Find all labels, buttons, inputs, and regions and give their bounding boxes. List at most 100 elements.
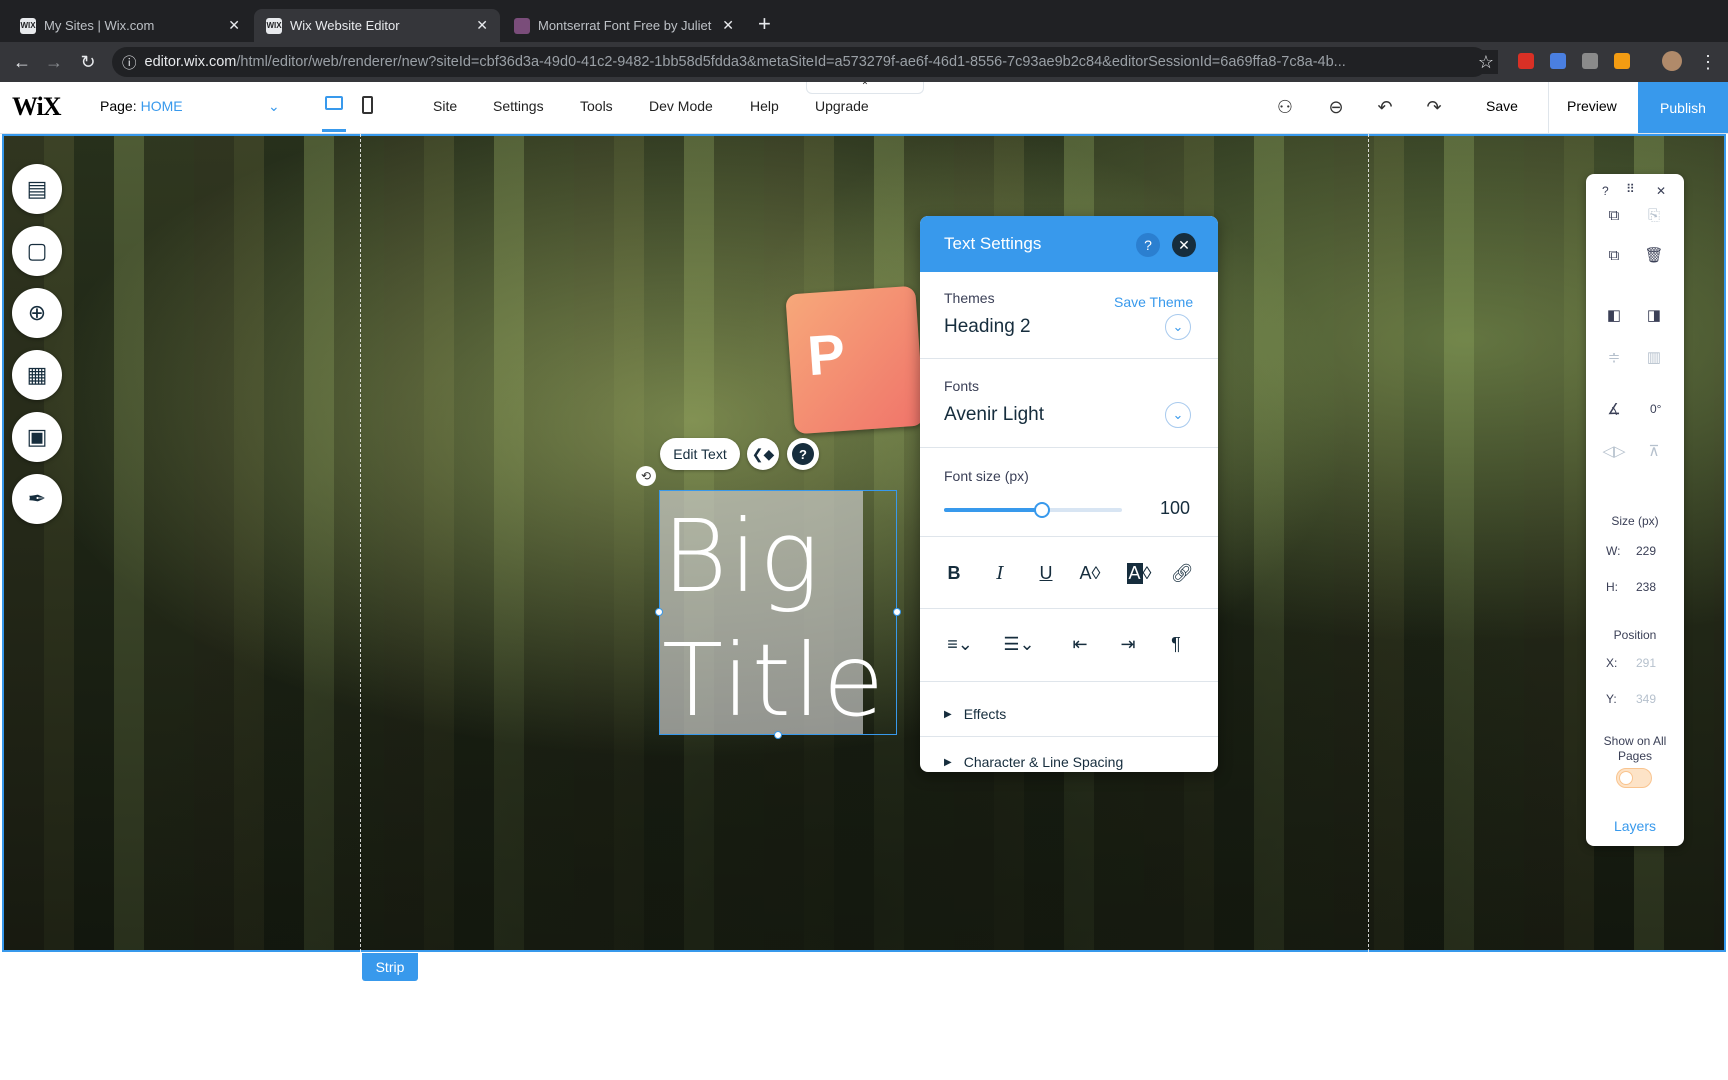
flip-horizontal-icon[interactable]: ◁▷ [1602, 440, 1625, 462]
size-label: Size (px) [1611, 514, 1659, 528]
powerpoint-logo: P [785, 285, 925, 435]
wix-logo: WiX [12, 92, 62, 121]
underline-icon[interactable]: U [1032, 559, 1060, 587]
media-icon[interactable]: ▣ [12, 412, 62, 462]
resize-handle-right[interactable] [893, 608, 901, 616]
menu-upgrade[interactable]: Upgrade [815, 98, 869, 114]
duplicate-icon[interactable]: ⧉ [1603, 244, 1625, 266]
save-button[interactable]: Save [1486, 98, 1518, 114]
new-tab-icon[interactable]: + [758, 13, 771, 35]
info-icon[interactable]: ⓘ [122, 52, 137, 73]
match-size-icon[interactable]: ▥ [1643, 346, 1665, 368]
text-color-icon[interactable]: A◊ [1076, 559, 1104, 587]
chevron-down-icon[interactable]: ⌄ [1165, 402, 1191, 428]
forward-icon[interactable]: → [42, 50, 66, 74]
resize-handle-left[interactable] [655, 608, 663, 616]
users-icon[interactable]: ⚇ [1274, 96, 1296, 118]
extension-icon[interactable] [1550, 53, 1566, 69]
copy-icon[interactable]: ⧉ [1603, 204, 1625, 226]
tab-my-sites[interactable]: WIX My Sites | Wix.com ✕ [8, 9, 252, 42]
edit-text-button[interactable]: Edit Text [660, 438, 740, 470]
link-icon[interactable]: 🔗︎ [1168, 559, 1196, 587]
strip-label[interactable]: Strip [362, 953, 418, 981]
drag-handle-icon[interactable]: ⠿ [1626, 182, 1635, 196]
arrange-icon[interactable]: ◧ [1603, 304, 1625, 326]
decrease-indent-icon[interactable]: ⇤ [1066, 630, 1094, 658]
list-dropdown-icon[interactable]: ☰⌄ [1000, 630, 1038, 658]
extension-icon[interactable] [1582, 53, 1598, 69]
save-theme-link[interactable]: Save Theme [1114, 294, 1193, 310]
menu-dev-mode[interactable]: Dev Mode [649, 98, 713, 114]
delete-icon[interactable]: 🗑︎ [1643, 244, 1665, 266]
undo-icon[interactable]: ↶ [1374, 96, 1396, 118]
kebab-menu-icon[interactable]: ⋮ [1696, 50, 1720, 74]
close-icon[interactable]: ✕ [228, 17, 240, 34]
background-icon[interactable]: ▢ [12, 226, 62, 276]
help-icon[interactable]: ? [787, 438, 819, 470]
height-input[interactable]: 238 [1636, 580, 1656, 594]
effects-accordion[interactable]: ▶ Effects [944, 706, 1006, 722]
increase-indent-icon[interactable]: ⇥ [1114, 630, 1142, 658]
paste-icon[interactable]: ⎘ [1643, 204, 1665, 226]
desktop-icon[interactable] [325, 96, 343, 110]
divider [1548, 82, 1549, 133]
text-direction-icon[interactable]: ¶ [1162, 630, 1190, 658]
bookmark-star-icon[interactable]: ☆ [1474, 50, 1498, 74]
page-selector[interactable]: Page: HOME [100, 98, 183, 114]
extension-icon[interactable] [1614, 53, 1630, 69]
rotation-value[interactable]: 0° [1650, 402, 1661, 416]
highlight-color-icon[interactable]: A ◊ [1122, 559, 1156, 587]
url-bar[interactable]: ⓘ editor.wix.com/html/editor/web/rendere… [112, 47, 1488, 77]
spacing-accordion[interactable]: ▶ Character & Line Spacing [944, 754, 1123, 770]
help-icon[interactable]: ? [1602, 184, 1609, 198]
add-elements-icon[interactable]: ⊕ [12, 288, 62, 338]
reload-icon[interactable]: ↻ [76, 50, 100, 74]
italic-icon[interactable]: I [986, 559, 1014, 587]
panel-help-icon[interactable]: ? [1136, 233, 1160, 257]
animation-icon[interactable]: ❮◆ [747, 438, 779, 470]
show-on-all-pages-toggle[interactable] [1616, 768, 1652, 788]
chevron-down-icon[interactable]: ⌄ [1165, 314, 1191, 340]
width-input[interactable]: 229 [1636, 544, 1656, 558]
close-icon[interactable]: ✕ [476, 17, 488, 34]
extension-icon[interactable] [1518, 53, 1534, 69]
font-size-slider-thumb[interactable] [1033, 502, 1050, 518]
distribute-icon[interactable]: ≑ [1603, 346, 1625, 368]
tab-wix-editor[interactable]: WIX Wix Website Editor ✕ [254, 9, 500, 42]
redo-icon[interactable]: ↷ [1423, 96, 1445, 118]
collapse-toolbar-handle[interactable]: ⌃ [806, 82, 924, 94]
blog-pen-icon[interactable]: ✒ [12, 474, 62, 524]
add-apps-icon[interactable]: ▦ [12, 350, 62, 400]
back-icon[interactable]: ← [10, 50, 34, 74]
menu-help[interactable]: Help [750, 98, 779, 114]
rotate-angle-icon[interactable]: ∡ [1603, 398, 1625, 420]
close-icon[interactable]: ✕ [1656, 184, 1666, 198]
font-size-input[interactable]: 100 [1160, 498, 1190, 519]
align-dropdown-icon[interactable]: ≡⌄ [942, 630, 978, 658]
close-icon[interactable]: ✕ [722, 17, 734, 34]
mobile-icon[interactable] [362, 96, 373, 114]
pages-menu-icon[interactable]: ▤ [12, 164, 62, 214]
tab-montserrat[interactable]: Montserrat Font Free by Juliet ✕ [502, 9, 746, 42]
height-label: H: [1606, 580, 1618, 594]
menu-settings[interactable]: Settings [493, 98, 544, 114]
rotate-handle-icon[interactable]: ⟲ [636, 466, 656, 486]
align-icon[interactable]: ◨ [1643, 304, 1665, 326]
profile-avatar[interactable] [1662, 51, 1682, 71]
x-input[interactable]: 291 [1636, 656, 1656, 670]
publish-button[interactable]: Publish [1638, 82, 1728, 133]
layers-link[interactable]: Layers [1586, 818, 1684, 834]
theme-dropdown[interactable]: Heading 2 [944, 316, 1031, 338]
preview-button[interactable]: Preview [1567, 98, 1617, 114]
chevron-down-icon[interactable]: ⌄ [268, 98, 280, 115]
panel-close-icon[interactable]: ✕ [1172, 233, 1196, 257]
font-dropdown[interactable]: Avenir Light [944, 404, 1044, 426]
big-title-text[interactable]: Big Title [662, 495, 902, 743]
y-input[interactable]: 349 [1636, 692, 1656, 706]
flip-vertical-icon[interactable]: ⊼ [1643, 440, 1665, 462]
menu-tools[interactable]: Tools [580, 98, 613, 114]
bold-icon[interactable]: B [940, 559, 968, 587]
zoom-icon[interactable]: ⊖ [1325, 96, 1347, 118]
menu-site[interactable]: Site [433, 98, 457, 114]
resize-handle-bottom[interactable] [774, 731, 782, 739]
